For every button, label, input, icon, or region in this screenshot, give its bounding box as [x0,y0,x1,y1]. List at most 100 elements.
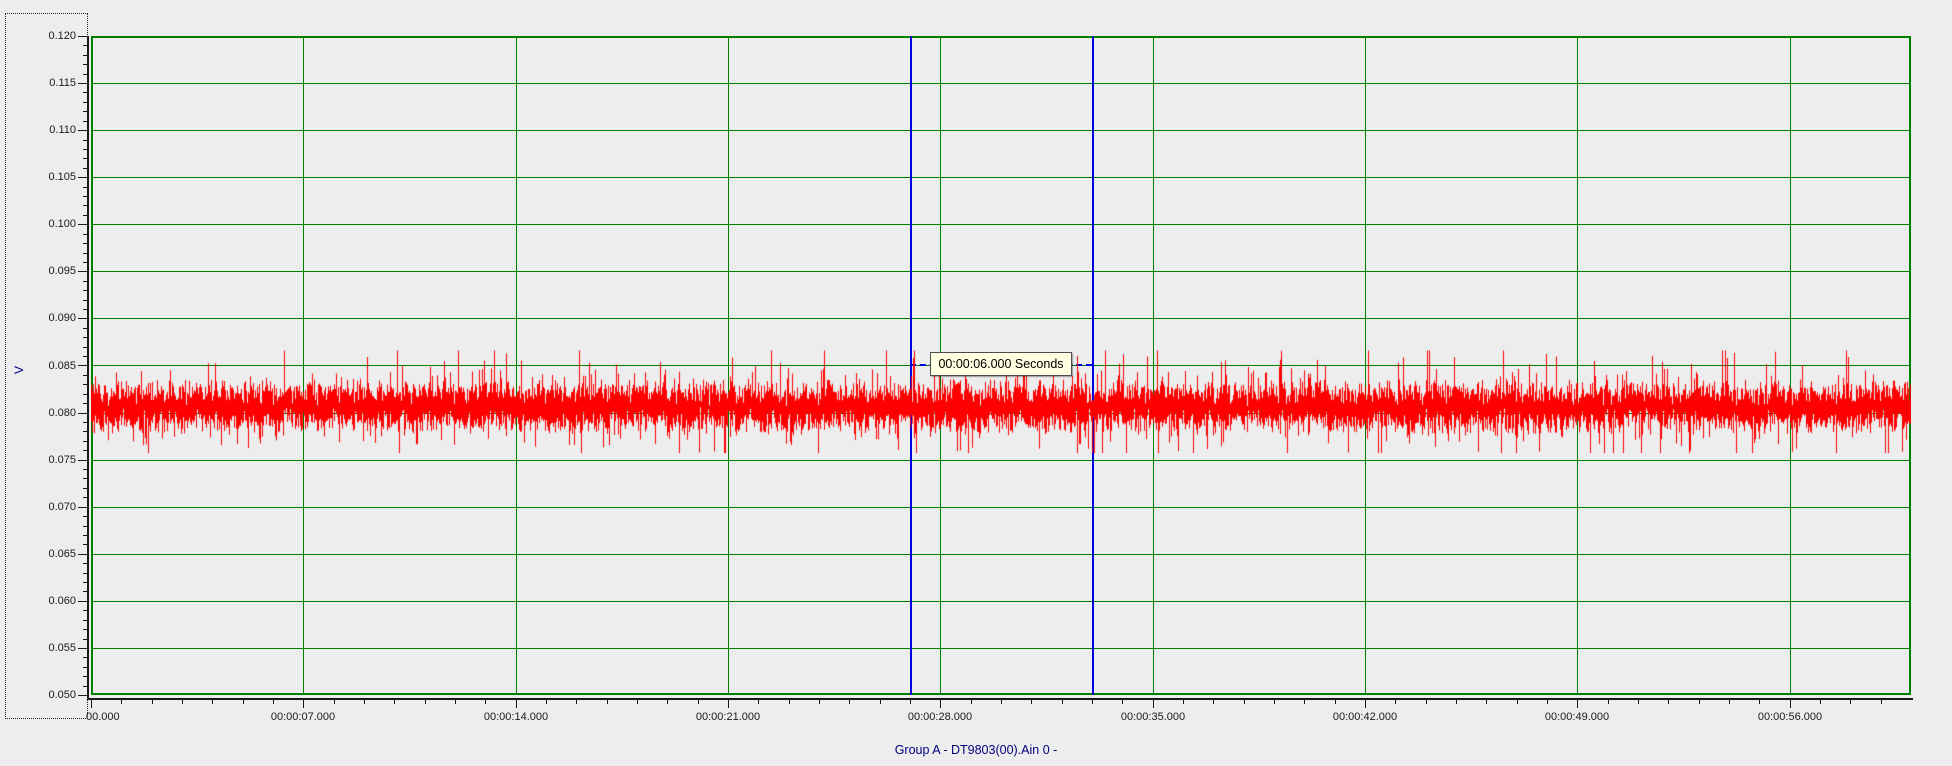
y-major-tick [78,695,88,696]
y-tick-label: 0.085 [48,360,76,372]
y-major-tick [78,224,88,225]
x-minor-tick [1395,700,1396,704]
x-minor-tick [273,700,274,704]
x-tick-label: 00:00:14.000 [483,711,549,723]
x-axis-line [87,698,1913,700]
x-tick-label: 00:00:49.000 [1544,711,1610,723]
x-minor-tick [1304,700,1305,704]
x-minor-tick [607,700,608,704]
y-tick-label: 0.070 [48,501,76,513]
y-minor-tick [83,55,88,56]
x-minor-tick [1881,700,1882,704]
y-minor-tick [83,347,88,348]
y-tick-label: 0.120 [48,30,76,42]
x-minor-tick [1729,700,1730,704]
y-minor-tick [83,526,88,527]
y-tick-label: 0.110 [49,124,76,136]
y-minor-tick [83,394,88,395]
y-minor-tick [83,234,88,235]
y-minor-tick [83,64,88,65]
y-minor-tick [83,375,88,376]
y-minor-tick [83,215,88,216]
y-minor-tick [83,356,88,357]
y-minor-tick [83,253,88,254]
y-minor-tick [83,262,88,263]
x-tick-label: 00:00:35.000 [1120,711,1186,723]
y-minor-tick [83,187,88,188]
x-minor-tick [212,700,213,704]
y-minor-tick [83,431,88,432]
y-minor-tick [83,328,88,329]
y-minor-tick [83,168,88,169]
x-minor-tick [910,700,911,704]
x-minor-tick [455,700,456,704]
y-minor-tick [83,573,88,574]
x-minor-tick [880,700,881,704]
chart-window: V 0.120 0.115 0.110 0.105 0.100 0.095 0.090 0.0… [0,0,1952,766]
x-minor-tick [485,700,486,704]
y-minor-tick [83,563,88,564]
y-major-tick [78,83,88,84]
x-minor-tick [1062,700,1063,704]
y-minor-tick [83,657,88,658]
y-minor-tick [83,676,88,677]
y-minor-tick [83,281,88,282]
y-tick-label: 0.080 [48,407,76,419]
y-minor-tick [83,544,88,545]
x-minor-tick [971,700,972,704]
x-minor-tick [425,700,426,704]
y-minor-tick [83,441,88,442]
x-minor-tick [394,700,395,704]
y-minor-tick [83,205,88,206]
y-major-tick [78,648,88,649]
x-major-tick [940,700,941,708]
x-tick-label: 00:00:42.000 [1332,711,1398,723]
x-minor-tick [1759,700,1760,704]
y-minor-tick [83,121,88,122]
y-minor-tick [83,196,88,197]
y-major-tick [78,460,88,461]
y-minor-tick [83,686,88,687]
cursor-delta-tooltip: 00:00:06.000 Seconds [930,352,1072,376]
y-tick-label: 0.090 [48,312,76,324]
y-tick-label: 0.055 [48,642,76,654]
x-minor-tick [1001,700,1002,704]
y-axis-title: V [12,365,26,374]
y-minor-tick [83,92,88,93]
y-minor-tick [83,384,88,385]
x-minor-tick [1274,700,1275,704]
y-minor-tick [83,620,88,621]
x-major-tick [1365,700,1366,708]
y-major-tick [78,271,88,272]
y-minor-tick [83,582,88,583]
x-minor-tick [637,700,638,704]
x-minor-tick [1244,700,1245,704]
y-minor-tick [83,535,88,536]
y-minor-tick [83,610,88,611]
x-minor-tick [789,700,790,704]
y-major-tick [78,413,88,414]
x-minor-tick [1335,700,1336,704]
y-minor-tick [83,629,88,630]
x-tick-label: 00:00:07.000 [270,711,336,723]
x-minor-tick [182,700,183,704]
x-minor-tick [1092,700,1093,704]
y-tick-label: 0.065 [48,548,76,560]
y-major-tick [78,554,88,555]
y-tick-label: 0.050 [48,689,76,701]
y-tick-label: 0.075 [48,454,76,466]
x-minor-tick [546,700,547,704]
y-minor-tick [83,488,88,489]
y-major-tick [78,36,88,37]
x-minor-tick [243,700,244,704]
y-minor-tick [83,111,88,112]
x-minor-tick [849,700,850,704]
y-minor-tick [83,469,88,470]
y-tick-label: 0.105 [48,171,76,183]
x-minor-tick [819,700,820,704]
y-minor-tick [83,290,88,291]
x-minor-tick [1668,700,1669,704]
y-minor-tick [83,102,88,103]
y-minor-tick [83,74,88,75]
y-minor-tick [83,450,88,451]
